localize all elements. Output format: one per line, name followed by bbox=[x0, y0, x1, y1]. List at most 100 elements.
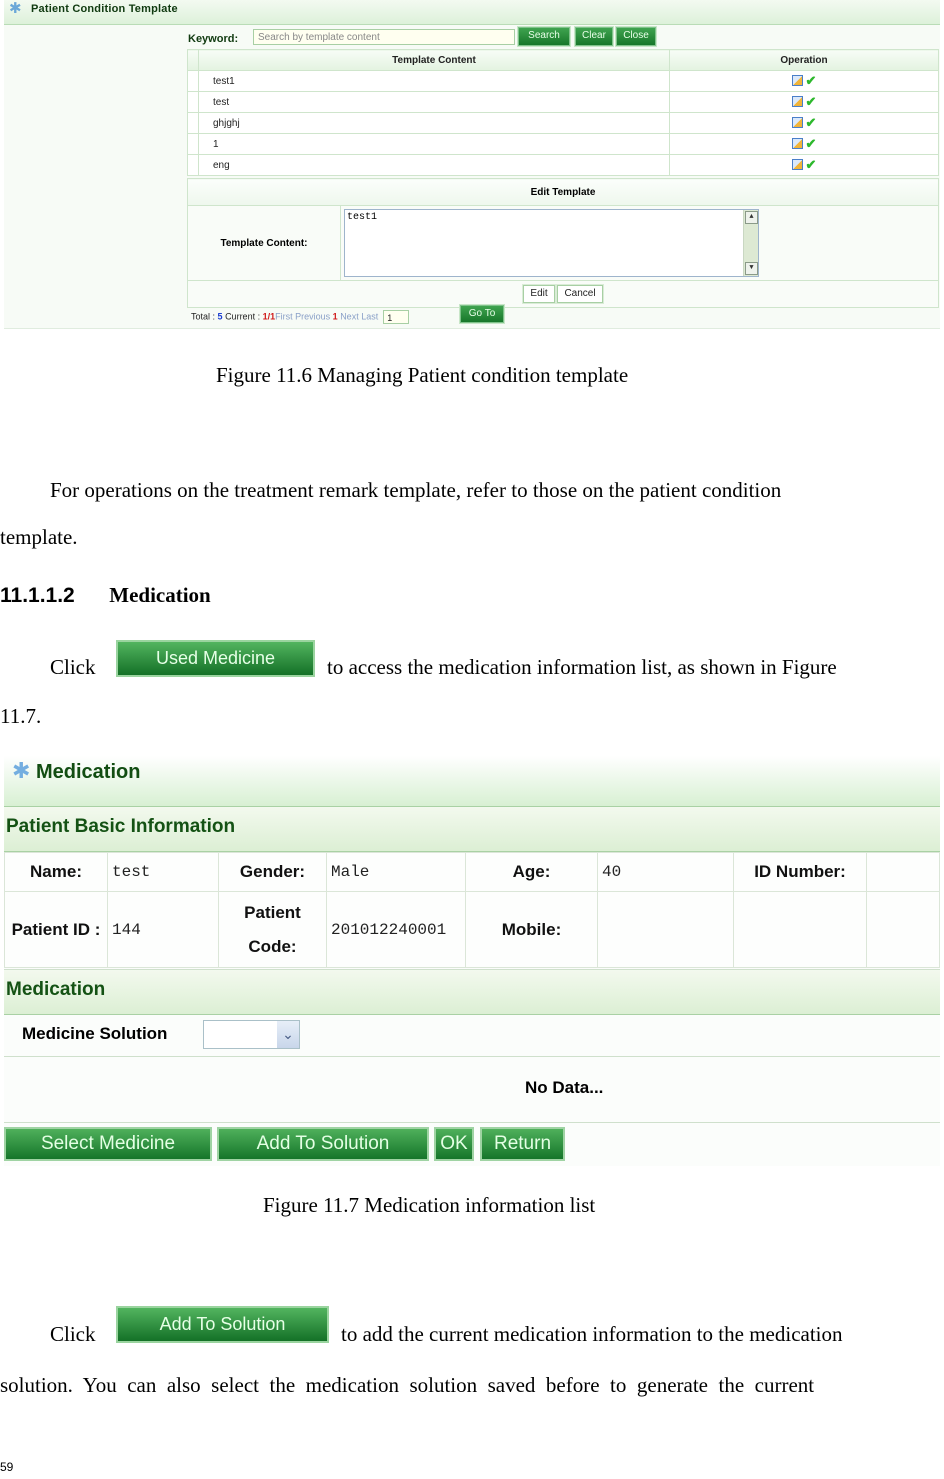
name-label: Name: bbox=[4, 852, 108, 892]
paragraph-line: 11.7. bbox=[0, 704, 42, 728]
window-titlebar: ✱ Patient Condition Template bbox=[4, 0, 940, 25]
template-content-field-cell: test1 ▲ ▼ bbox=[340, 205, 939, 281]
clear-button[interactable]: Clear bbox=[574, 26, 614, 47]
gear-icon: ✱ bbox=[12, 758, 31, 783]
mobile-value bbox=[597, 891, 734, 968]
medication-section-header: Medication bbox=[4, 969, 940, 1015]
textarea-scrollbar[interactable]: ▲ ▼ bbox=[743, 210, 758, 276]
template-table: Template Content Operation test1 ✔ test … bbox=[187, 49, 939, 176]
table-row[interactable]: ghjghj ✔ bbox=[187, 112, 939, 134]
age-label: Age: bbox=[465, 852, 598, 892]
section-heading: 11.1.1.2 Medication bbox=[0, 583, 211, 608]
template-content-cell: eng bbox=[198, 154, 670, 176]
edit-icon[interactable] bbox=[791, 138, 803, 150]
patient-code-value: 201012240001 bbox=[326, 891, 466, 968]
operation-cell: ✔ bbox=[669, 70, 939, 92]
section-title: Medication bbox=[109, 583, 211, 607]
medicine-solution-row: Medicine Solution ⌄ bbox=[4, 1014, 940, 1057]
template-content-value: test1 bbox=[347, 212, 378, 223]
chevron-down-icon[interactable]: ⌄ bbox=[277, 1021, 299, 1048]
check-icon[interactable]: ✔ bbox=[806, 95, 817, 108]
header-spacer bbox=[187, 49, 199, 71]
add-to-solution-button[interactable]: Add To Solution bbox=[217, 1127, 429, 1161]
row-spacer bbox=[187, 91, 199, 113]
check-icon[interactable]: ✔ bbox=[806, 137, 817, 150]
operation-cell: ✔ bbox=[669, 154, 939, 176]
patient-id-value: 144 bbox=[107, 891, 219, 968]
template-content-cell: 1 bbox=[198, 133, 670, 155]
operation-cell: ✔ bbox=[669, 133, 939, 155]
figure-caption-11-7: Figure 11.7 Medication information list bbox=[263, 1193, 596, 1217]
check-icon[interactable]: ✔ bbox=[806, 158, 817, 171]
edit-icon[interactable] bbox=[791, 75, 803, 87]
total-count: 5 bbox=[217, 311, 223, 322]
gear-icon: ✱ bbox=[9, 0, 22, 17]
edit-icon[interactable] bbox=[791, 159, 803, 171]
keyword-label: Keyword: bbox=[188, 33, 239, 45]
ok-button[interactable]: OK bbox=[434, 1127, 474, 1161]
template-content-cell: ghjghj bbox=[198, 112, 670, 134]
scroll-down-arrow-icon[interactable]: ▼ bbox=[745, 262, 758, 275]
add-to-solution-inline-button[interactable]: Add To Solution bbox=[116, 1306, 329, 1343]
table-row[interactable]: eng ✔ bbox=[187, 154, 939, 176]
cancel-button[interactable]: Cancel bbox=[556, 284, 604, 304]
id-number-label: ID Number: bbox=[733, 852, 867, 892]
paragraph-line: to access the medication information lis… bbox=[327, 655, 837, 679]
click-word: Click bbox=[50, 1322, 96, 1346]
paragraph-line: For operations on the treatment remark t… bbox=[50, 478, 782, 502]
window-title: Patient Condition Template bbox=[31, 3, 178, 15]
close-button[interactable]: Close bbox=[615, 26, 657, 47]
page-link[interactable]: 1 bbox=[333, 311, 338, 321]
header-operation: Operation bbox=[669, 49, 939, 71]
operation-cell: ✔ bbox=[669, 91, 939, 113]
window-titlebar: ✱ Medication bbox=[4, 756, 940, 807]
empty-cell bbox=[866, 891, 940, 968]
gender-value: Male bbox=[326, 852, 466, 892]
search-button[interactable]: Search bbox=[517, 26, 571, 47]
table-row[interactable]: 1 ✔ bbox=[187, 133, 939, 155]
row-spacer bbox=[187, 154, 199, 176]
action-bar: Select Medicine Add To Solution OK Retur… bbox=[4, 1122, 940, 1167]
table-row[interactable]: test1 ✔ bbox=[187, 70, 939, 92]
patient-code-label-line2: Code: bbox=[248, 936, 297, 956]
template-content-cell: test1 bbox=[198, 70, 670, 92]
no-data-message: No Data... bbox=[525, 1078, 604, 1097]
previous-link[interactable]: Previous bbox=[295, 311, 330, 321]
template-content-textarea[interactable]: test1 ▲ ▼ bbox=[344, 209, 759, 277]
row-spacer bbox=[187, 70, 199, 92]
mobile-label: Mobile: bbox=[465, 891, 598, 968]
keyword-search-input[interactable]: Search by template content bbox=[253, 29, 515, 45]
next-link[interactable]: Next bbox=[340, 311, 359, 321]
current-label: Current : bbox=[225, 311, 261, 322]
select-medicine-button[interactable]: Select Medicine bbox=[4, 1127, 212, 1161]
template-content-cell: test bbox=[198, 91, 670, 113]
goto-button[interactable]: Go To bbox=[459, 304, 505, 324]
row-spacer bbox=[187, 133, 199, 155]
id-number-value bbox=[866, 852, 940, 892]
edit-actions: Edit Cancel bbox=[187, 280, 939, 308]
click-word: Click bbox=[50, 655, 96, 679]
edit-icon[interactable] bbox=[791, 117, 803, 129]
used-medicine-button[interactable]: Used Medicine bbox=[116, 640, 315, 677]
operation-cell: ✔ bbox=[669, 112, 939, 134]
table-row[interactable]: test ✔ bbox=[187, 91, 939, 113]
age-value: 40 bbox=[597, 852, 734, 892]
check-icon[interactable]: ✔ bbox=[806, 116, 817, 129]
medication-title: Medication bbox=[6, 979, 106, 1000]
table-header-row: Template Content Operation bbox=[187, 49, 939, 71]
return-button[interactable]: Return bbox=[480, 1127, 565, 1161]
goto-page-input[interactable]: 1 bbox=[383, 310, 410, 324]
scroll-up-arrow-icon[interactable]: ▲ bbox=[745, 211, 758, 224]
edit-template-panel: Edit Template Template Content: test1 ▲ … bbox=[187, 178, 939, 308]
check-icon[interactable]: ✔ bbox=[806, 74, 817, 87]
edit-button[interactable]: Edit bbox=[522, 284, 556, 304]
last-link[interactable]: Last bbox=[361, 311, 378, 321]
name-value: test bbox=[107, 852, 219, 892]
paragraph-line: to add the current medication informatio… bbox=[341, 1322, 843, 1346]
patient-id-label: Patient ID : bbox=[4, 891, 108, 968]
edit-template-title: Edit Template bbox=[187, 178, 939, 206]
medicine-solution-select[interactable]: ⌄ bbox=[203, 1020, 300, 1049]
figure-caption-11-6: Figure 11.6 Managing Patient condition t… bbox=[216, 363, 629, 387]
first-link[interactable]: First bbox=[275, 311, 293, 321]
edit-icon[interactable] bbox=[791, 96, 803, 108]
